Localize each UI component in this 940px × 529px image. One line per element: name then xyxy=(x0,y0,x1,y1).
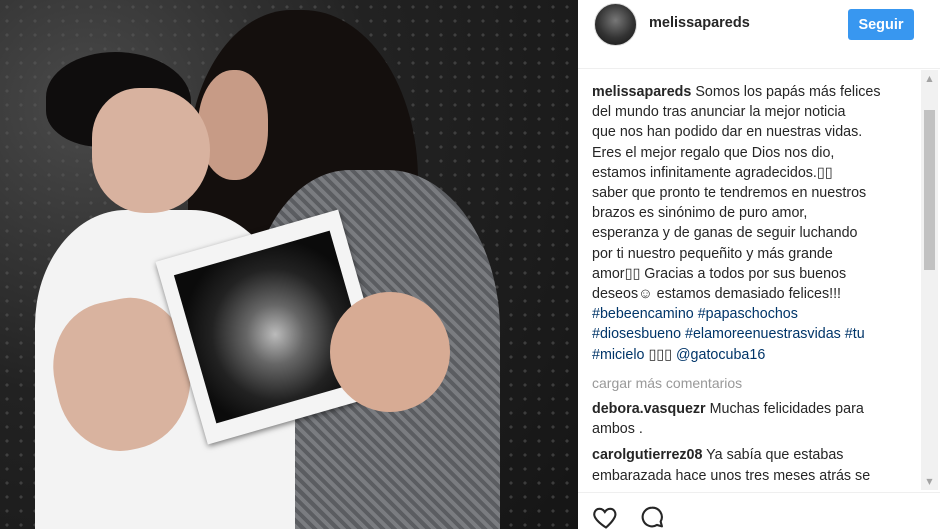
caption-line: melissapareds Somos los papás más felice… xyxy=(592,82,922,102)
post-caption: melissapareds Somos los papás más felice… xyxy=(592,82,922,365)
comment-username[interactable]: carolgutierrez08 xyxy=(592,447,702,463)
follow-button[interactable]: Seguir xyxy=(848,9,914,40)
post-photo[interactable] xyxy=(0,0,578,529)
caption-line: Eres el mejor regalo que Dios nos dio, xyxy=(592,144,835,161)
heart-icon[interactable] xyxy=(592,503,620,529)
hashtag-line: #bebeencamino #papaschochos xyxy=(592,304,922,324)
comment-text: Ya sabía que estabas xyxy=(706,447,844,464)
caption-line: que nos han podido dar en nuestras vidas… xyxy=(592,124,863,141)
comment-text: ambos . xyxy=(592,421,643,438)
avatar[interactable] xyxy=(594,3,637,46)
photo-man-face xyxy=(92,88,210,213)
hashtag-link[interactable]: #micielo xyxy=(592,347,644,363)
hashtag-line: #diosesbueno #elamoreenuestrasvidas #tu xyxy=(592,324,922,344)
comment-username[interactable]: debora.vasquezr xyxy=(592,401,706,417)
comment-text: Muchas felicidades para xyxy=(709,401,864,418)
hashtag-link[interactable]: #elamoreenuestrasvidas xyxy=(685,326,841,342)
emoji-text: ▯▯▯ xyxy=(648,346,673,363)
caption-username[interactable]: melissapareds xyxy=(592,84,691,100)
hashtag-link[interactable]: #tu xyxy=(845,326,865,342)
post-actions-bar xyxy=(578,492,940,529)
post-username[interactable]: melissapareds xyxy=(649,15,750,31)
comment-item: carolgutierrez08 Ya sabía que estabas em… xyxy=(592,445,922,485)
caption-line: deseos☺ estamos demasiado felices!!! xyxy=(592,286,842,303)
scroll-up-arrow-icon[interactable]: ▲ xyxy=(921,70,938,87)
photo-woman-hand xyxy=(330,292,450,412)
load-more-comments-button[interactable]: cargar más comentarios xyxy=(592,373,922,393)
scroll-thumb[interactable] xyxy=(924,110,935,270)
hashtag-link[interactable]: #bebeencamino xyxy=(592,306,694,322)
comment-item: debora.vasquezr Muchas felicidades para … xyxy=(592,399,922,439)
caption-text: Somos los papás más felices xyxy=(695,84,881,100)
caption-line: estamos infinitamente agradecidos.▯▯ xyxy=(592,164,833,181)
scroll-down-arrow-icon[interactable]: ▼ xyxy=(921,473,938,490)
caption-line: por ti nuestro pequeñito y más grande xyxy=(592,245,833,262)
caption-line: saber que pronto te tendremos en nuestro… xyxy=(592,185,867,202)
caption-line: amor▯▯ Gracias a todos por sus buenos xyxy=(592,265,847,282)
post-header: melissapareds Seguir xyxy=(578,0,940,69)
comment-text: embarazada hace unos tres meses atrás se xyxy=(592,467,871,484)
caption-line: brazos es sinónimo de puro amor, xyxy=(592,205,808,222)
caption-line: esperanza y de ganas de seguir luchando xyxy=(592,225,858,242)
caption-line: del mundo tras anunciar la mejor noticia xyxy=(592,104,846,121)
hashtag-link[interactable]: #diosesbueno xyxy=(592,326,681,342)
hashtag-line: #micielo ▯▯▯ @gatocuba16 xyxy=(592,345,922,365)
comment-bubble-icon[interactable] xyxy=(638,503,666,529)
comments-scrollbar[interactable]: ▲ ▼ xyxy=(921,70,938,490)
hashtag-link[interactable]: #papaschochos xyxy=(698,306,798,322)
comments-list: melissapareds Somos los papás más felice… xyxy=(592,82,922,492)
mention-link[interactable]: @gatocuba16 xyxy=(676,347,765,363)
post-side-panel: melissapareds Seguir melissapareds Somos… xyxy=(578,0,940,529)
